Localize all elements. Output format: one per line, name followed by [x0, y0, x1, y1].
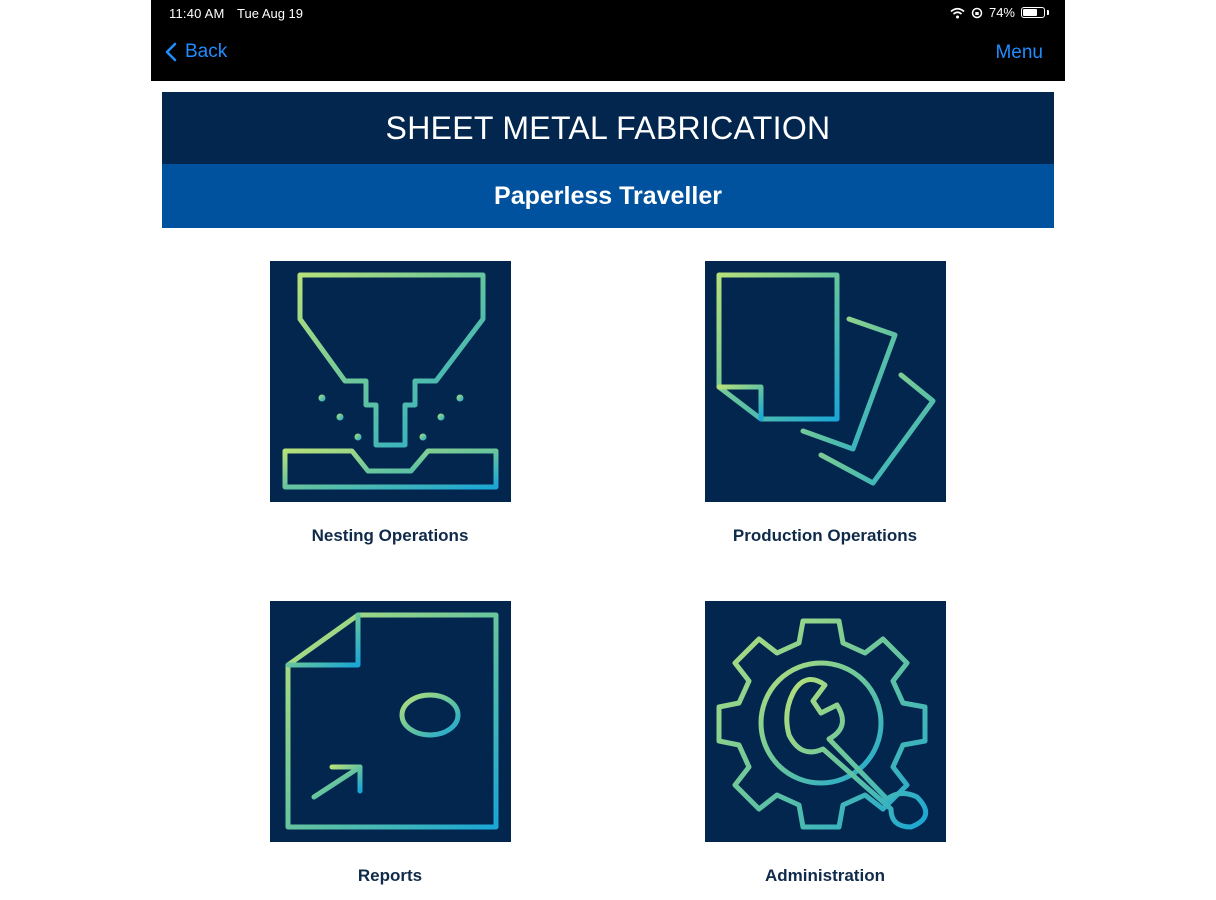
battery-tip — [1047, 10, 1049, 15]
back-label: Back — [185, 41, 228, 62]
status-right: 74% — [950, 5, 1049, 20]
report-document-icon — [285, 612, 498, 830]
tile-label: Reports — [357, 866, 423, 885]
status-bar: 11:40 AM Tue Aug 19 74% — [151, 0, 1065, 27]
page-subtitle: Paperless Traveller — [162, 164, 1054, 228]
tile-nesting-operations[interactable]: Nesting Operations — [260, 261, 520, 546]
tile-icon-box — [704, 261, 946, 502]
tile-icon-box — [704, 601, 946, 842]
documents-icon — [716, 272, 935, 486]
battery-fill — [1023, 9, 1037, 16]
menu-button[interactable]: Menu — [995, 42, 1043, 64]
tile-label: Production Operations — [732, 526, 918, 545]
battery-percent: 74% — [988, 5, 1015, 20]
status-time: 11:40 AM — [169, 6, 225, 21]
tile-production-operations[interactable]: Production Operations — [695, 261, 955, 546]
navigation-bar: Back Menu — [151, 27, 1065, 81]
nesting-machine-icon — [282, 272, 498, 490]
page-title: SHEET METAL FABRICATION — [162, 92, 1054, 164]
gear-wrench-icon — [716, 618, 928, 830]
tile-administration[interactable]: Administration — [695, 601, 955, 886]
back-button[interactable]: Back — [165, 41, 227, 63]
battery-icon — [1021, 7, 1045, 18]
tile-label: Nesting Operations — [311, 526, 469, 545]
wifi-icon — [950, 7, 965, 18]
orientation-lock-icon — [971, 7, 983, 18]
tile-reports[interactable]: Reports — [260, 601, 520, 886]
status-date: Tue Aug 19 — [237, 6, 304, 21]
tile-label: Administration — [765, 866, 885, 885]
tile-icon-box — [269, 601, 511, 842]
chevron-left-icon — [165, 42, 177, 62]
tile-icon-box — [269, 261, 511, 502]
ipad-screen: 11:40 AM Tue Aug 19 74% Back Menu SHEET … — [151, 0, 1065, 900]
